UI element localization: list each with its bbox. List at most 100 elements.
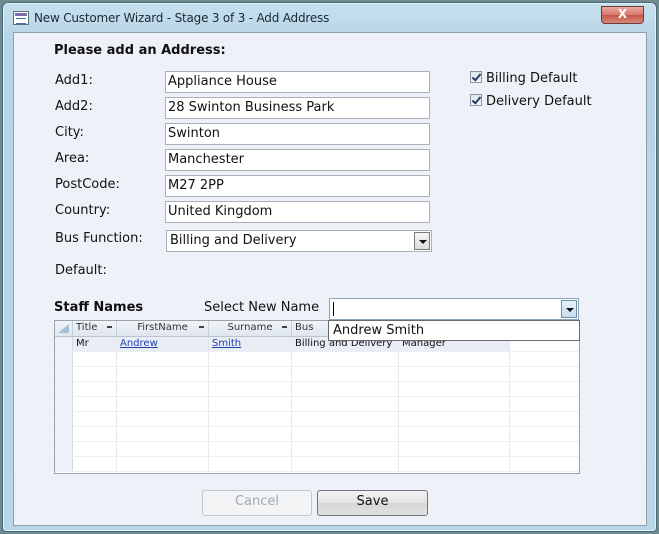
empty-cell[interactable]: [399, 382, 510, 396]
empty-cell[interactable]: [399, 412, 510, 426]
bus-function-select[interactable]: Billing and Delivery: [166, 230, 432, 252]
chevron-down-icon[interactable]: [561, 300, 577, 318]
row-selector[interactable]: [55, 352, 73, 366]
row-selector[interactable]: [55, 442, 73, 456]
country-field[interactable]: United Kingdom: [165, 201, 430, 223]
empty-cell[interactable]: [209, 427, 292, 441]
sort-arrow-icon[interactable]: [107, 326, 112, 328]
empty-cell[interactable]: [292, 427, 399, 441]
empty-cell[interactable]: [292, 382, 399, 396]
row-selector[interactable]: [55, 382, 73, 396]
checkbox-checked-icon[interactable]: [470, 94, 482, 106]
empty-cell[interactable]: [510, 352, 579, 366]
empty-cell[interactable]: [510, 442, 579, 456]
empty-cell[interactable]: [73, 352, 117, 366]
surname-link[interactable]: Smith: [212, 338, 241, 349]
select-new-name-combo[interactable]: [329, 298, 579, 320]
column-header-title[interactable]: Title: [73, 321, 117, 336]
billing-default-checkbox[interactable]: Billing Default: [470, 71, 578, 86]
empty-cell[interactable]: [73, 427, 117, 441]
empty-cell[interactable]: [73, 382, 117, 396]
city-field[interactable]: Swinton: [165, 123, 430, 145]
empty-cell[interactable]: [209, 352, 292, 366]
cancel-button[interactable]: Cancel: [202, 490, 312, 516]
empty-cell[interactable]: [209, 382, 292, 396]
empty-cell[interactable]: [292, 397, 399, 411]
chevron-down-icon[interactable]: [414, 232, 430, 250]
default-label: Default:: [55, 263, 107, 278]
empty-row[interactable]: [55, 352, 579, 367]
row-selector[interactable]: [55, 427, 73, 441]
column-header-firstname[interactable]: FirstName: [117, 321, 209, 336]
empty-cell[interactable]: [209, 397, 292, 411]
empty-cell[interactable]: [117, 382, 209, 396]
cell-title[interactable]: Mr: [73, 337, 117, 351]
save-button[interactable]: Save: [317, 490, 428, 516]
staff-names-heading: Staff Names: [54, 300, 144, 315]
empty-cell[interactable]: [399, 352, 510, 366]
cell-surname[interactable]: Smith: [209, 337, 292, 351]
delivery-default-checkbox[interactable]: Delivery Default: [470, 94, 592, 109]
cell-firstname[interactable]: Andrew: [117, 337, 209, 351]
empty-row[interactable]: [55, 442, 579, 457]
empty-row[interactable]: [55, 427, 579, 442]
checkbox-checked-icon[interactable]: [470, 71, 482, 83]
empty-row[interactable]: [55, 412, 579, 427]
empty-cell[interactable]: [292, 442, 399, 456]
postcode-field[interactable]: M27 2PP: [165, 175, 430, 197]
empty-cell[interactable]: [399, 367, 510, 381]
empty-cell[interactable]: [510, 427, 579, 441]
empty-cell[interactable]: [73, 367, 117, 381]
empty-row[interactable]: [55, 397, 579, 412]
empty-cell[interactable]: [209, 367, 292, 381]
empty-row[interactable]: [55, 382, 579, 397]
empty-row[interactable]: [55, 457, 579, 472]
empty-cell[interactable]: [73, 442, 117, 456]
empty-cell[interactable]: [510, 382, 579, 396]
staff-datasheet[interactable]: Title FirstName Surname Bus Mr Andrew Sm…: [54, 320, 580, 474]
select-all-corner[interactable]: [55, 321, 73, 336]
empty-cell[interactable]: [510, 367, 579, 381]
firstname-link[interactable]: Andrew: [120, 338, 158, 349]
empty-cell[interactable]: [209, 457, 292, 471]
empty-cell[interactable]: [292, 352, 399, 366]
empty-cell[interactable]: [117, 397, 209, 411]
empty-cell[interactable]: [292, 457, 399, 471]
row-selector[interactable]: [55, 412, 73, 426]
empty-cell[interactable]: [73, 412, 117, 426]
column-header-surname[interactable]: Surname: [209, 321, 292, 336]
row-selector[interactable]: [55, 457, 73, 471]
empty-cell[interactable]: [209, 442, 292, 456]
close-button[interactable]: X: [601, 6, 644, 24]
row-selector[interactable]: [55, 337, 73, 351]
empty-cell[interactable]: [510, 457, 579, 471]
sort-arrow-icon[interactable]: [282, 326, 287, 328]
dropdown-option[interactable]: Andrew Smith: [333, 323, 575, 338]
add1-field[interactable]: Appliance House: [165, 71, 430, 93]
empty-cell[interactable]: [117, 352, 209, 366]
empty-cell[interactable]: [73, 397, 117, 411]
empty-cell[interactable]: [510, 397, 579, 411]
empty-cell[interactable]: [399, 442, 510, 456]
empty-cell[interactable]: [292, 412, 399, 426]
empty-cell[interactable]: [117, 427, 209, 441]
empty-cell[interactable]: [117, 412, 209, 426]
row-selector[interactable]: [55, 367, 73, 381]
add2-field[interactable]: 28 Swinton Business Park: [165, 97, 430, 119]
empty-cell[interactable]: [399, 457, 510, 471]
empty-row[interactable]: [55, 367, 579, 382]
area-field[interactable]: Manchester: [165, 149, 430, 171]
sort-arrow-icon[interactable]: [199, 326, 204, 328]
billing-default-label: Billing Default: [486, 71, 578, 86]
empty-cell[interactable]: [399, 427, 510, 441]
empty-cell[interactable]: [399, 397, 510, 411]
empty-cell[interactable]: [117, 367, 209, 381]
row-selector[interactable]: [55, 397, 73, 411]
name-dropdown-list[interactable]: Andrew Smith: [328, 320, 580, 341]
empty-cell[interactable]: [117, 457, 209, 471]
empty-cell[interactable]: [209, 412, 292, 426]
empty-cell[interactable]: [292, 367, 399, 381]
empty-cell[interactable]: [510, 412, 579, 426]
empty-cell[interactable]: [73, 457, 117, 471]
empty-cell[interactable]: [117, 442, 209, 456]
